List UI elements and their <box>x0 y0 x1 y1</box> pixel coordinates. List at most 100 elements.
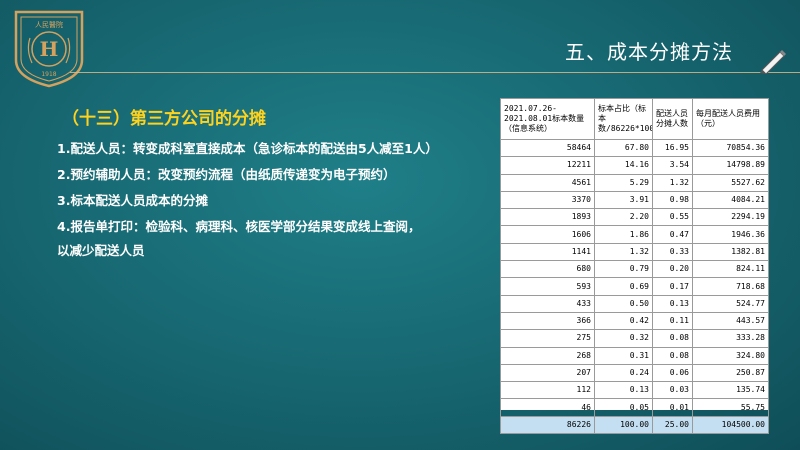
table-body: 58464 67.80 16.95 70854.36 12211 14.16 3.54 147… <box>500 138 769 435</box>
table-cell: 70854.36 <box>692 138 769 158</box>
table-cell: 0.13 <box>594 381 653 400</box>
table-cell: 0.50 <box>594 294 653 313</box>
table-cell: 207 <box>500 363 595 383</box>
table-cell: 824.11 <box>692 260 769 279</box>
total-cell: 86226 <box>500 415 595 435</box>
table-row: 207 0.24 0.06 250.87 <box>500 363 769 383</box>
list-item-continuation: 以减少配送人员 <box>57 243 145 258</box>
table-row: 593 0.69 0.17 718.68 <box>500 277 769 296</box>
header-sample-count: 2021.07.26-2021.08.01标本数量（信息系统） <box>500 98 595 140</box>
table-cell: 0.06 <box>652 363 693 383</box>
table-cell: 1606 <box>500 225 595 244</box>
table-cell: 680 <box>500 260 595 279</box>
table-row: 1893 2.20 0.55 2294.19 <box>500 208 769 227</box>
table-cell: 0.01 <box>652 398 693 417</box>
list-item: 3.标本配送人员成本的分摊 <box>57 193 208 208</box>
pen-icon <box>758 46 788 75</box>
table-cell: 0.08 <box>652 346 693 365</box>
table-cell: 0.31 <box>594 346 653 365</box>
cost-allocation-table: 2021.07.26-2021.08.01标本数量（信息系统） 标本占比（标本数… <box>500 98 769 435</box>
table-cell: 46 <box>500 398 595 417</box>
table-cell: 1.86 <box>594 225 653 244</box>
table-row: 366 0.42 0.11 443.57 <box>500 311 769 331</box>
total-cell: 104500.00 <box>692 415 769 435</box>
table-cell: 593 <box>500 277 595 296</box>
table-cell: 0.05 <box>594 398 653 417</box>
table-cell: 0.33 <box>652 242 693 262</box>
table-cell: 135.74 <box>692 381 769 400</box>
table-cell: 250.87 <box>692 363 769 383</box>
table-row: 433 0.50 0.13 524.77 <box>500 294 769 313</box>
table-cell: 0.03 <box>652 381 693 400</box>
table-cell: 2.20 <box>594 208 653 227</box>
table-cell: 3.91 <box>594 190 653 210</box>
bullet-list: 1.配送人员：转变成科室直接成本（急诊标本的配送由5人减至1人） 2.预约辅助人… <box>57 136 497 264</box>
table-cell: 0.69 <box>594 277 653 296</box>
table-cell: 718.68 <box>692 277 769 296</box>
svg-text:H: H <box>40 37 59 61</box>
table-cell: 433 <box>500 294 595 313</box>
list-item: 4.报告单打印：检验科、病理科、核医学部分结果变成线上查阅， <box>57 219 421 234</box>
table-row: 275 0.32 0.08 333.28 <box>500 329 769 348</box>
table-cell: 12211 <box>500 156 595 175</box>
header-monthly-cost: 每月配送人员费用（元） <box>692 98 769 140</box>
table-cell: 0.32 <box>594 329 653 348</box>
table-row: 58464 67.80 16.95 70854.36 <box>500 138 769 158</box>
table-cell: 0.17 <box>652 277 693 296</box>
header-staff-share: 配送人员分摊人数 <box>652 98 693 140</box>
table-cell: 0.47 <box>652 225 693 244</box>
table-cell: 4084.21 <box>692 190 769 210</box>
table-cell: 14798.89 <box>692 156 769 175</box>
table-cell: 0.24 <box>594 363 653 383</box>
hospital-logo: H 人民醫院 1918 <box>12 8 86 88</box>
table-total-row: 86226 100.00 25.00 104500.00 <box>500 415 769 435</box>
table-row: 3370 3.91 0.98 4084.21 <box>500 190 769 210</box>
table-cell: 0.11 <box>652 311 693 331</box>
table-row: 680 0.79 0.20 824.11 <box>500 260 769 279</box>
table-cell: 16.95 <box>652 138 693 158</box>
table-cell: 112 <box>500 381 595 400</box>
table-cell: 67.80 <box>594 138 653 158</box>
table-cell: 14.16 <box>594 156 653 175</box>
table-row: 1606 1.86 0.47 1946.36 <box>500 225 769 244</box>
table-cell: 0.08 <box>652 329 693 348</box>
logo-year: 1918 <box>41 71 56 78</box>
table-cell: 333.28 <box>692 329 769 348</box>
logo-top-text: 人民醫院 <box>35 20 63 29</box>
table-cell: 0.98 <box>652 190 693 210</box>
table-header-row: 2021.07.26-2021.08.01标本数量（信息系统） 标本占比（标本数… <box>500 98 769 140</box>
table-cell: 0.55 <box>652 208 693 227</box>
table-cell: 1893 <box>500 208 595 227</box>
table-cell: 1141 <box>500 242 595 262</box>
total-cell: 100.00 <box>594 415 653 435</box>
table-cell: 58464 <box>500 138 595 158</box>
table-cell: 0.13 <box>652 294 693 313</box>
table-cell: 275 <box>500 329 595 348</box>
table-cell: 3.54 <box>652 156 693 175</box>
table-cell: 1.32 <box>594 242 653 262</box>
list-item: 2.预约辅助人员：改变预约流程（由纸质传递变为电子预约） <box>57 167 396 182</box>
table-cell: 55.75 <box>692 398 769 417</box>
table-row: 112 0.13 0.03 135.74 <box>500 381 769 400</box>
table-cell: 1.32 <box>652 173 693 192</box>
page-title: 五、成本分摊方法 <box>565 40 733 64</box>
table-cell: 1946.36 <box>692 225 769 244</box>
table-cell: 0.79 <box>594 260 653 279</box>
section-title: （十三）第三方公司的分摊 <box>62 109 266 129</box>
table-cell: 0.42 <box>594 311 653 331</box>
table-cell: 3370 <box>500 190 595 210</box>
table-row: 268 0.31 0.08 324.80 <box>500 346 769 365</box>
table-cell: 324.80 <box>692 346 769 365</box>
table-row: 4561 5.29 1.32 5527.62 <box>500 173 769 192</box>
table-cell: 1382.81 <box>692 242 769 262</box>
table-cell: 5.29 <box>594 173 653 192</box>
table-cell: 366 <box>500 311 595 331</box>
table-row: 12211 14.16 3.54 14798.89 <box>500 156 769 175</box>
table-cell: 524.77 <box>692 294 769 313</box>
table-cell: 443.57 <box>692 311 769 331</box>
table-cell: 4561 <box>500 173 595 192</box>
list-item: 1.配送人员：转变成科室直接成本（急诊标本的配送由5人减至1人） <box>57 141 438 156</box>
table-row: 46 0.05 0.01 55.75 <box>500 398 769 417</box>
table-cell: 5527.62 <box>692 173 769 192</box>
table-cell: 268 <box>500 346 595 365</box>
